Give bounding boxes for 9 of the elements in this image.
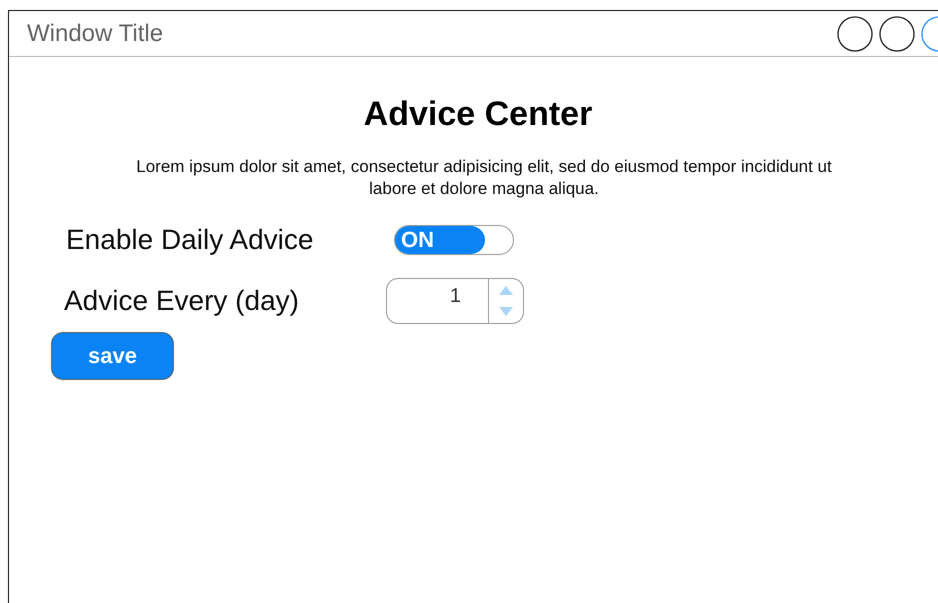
toggle-label: Enable Daily Advice	[66, 224, 314, 256]
window-title: Window Title	[27, 20, 164, 48]
toggle-switch[interactable]: ON	[394, 225, 514, 255]
page-heading: Advice Center	[362, 95, 594, 134]
spinner-label: Advice Every (day)	[64, 285, 300, 317]
window-control-icon[interactable]	[879, 16, 915, 52]
window-control-icon[interactable]	[837, 16, 873, 52]
description-text: Lorem ipsum dolor sit amet, consectetur adipisicing elit, sed do eiusmod tempor incididunt ut labore et dolore magna aliqua.	[135, 156, 833, 200]
save-button[interactable]: save	[51, 332, 174, 380]
